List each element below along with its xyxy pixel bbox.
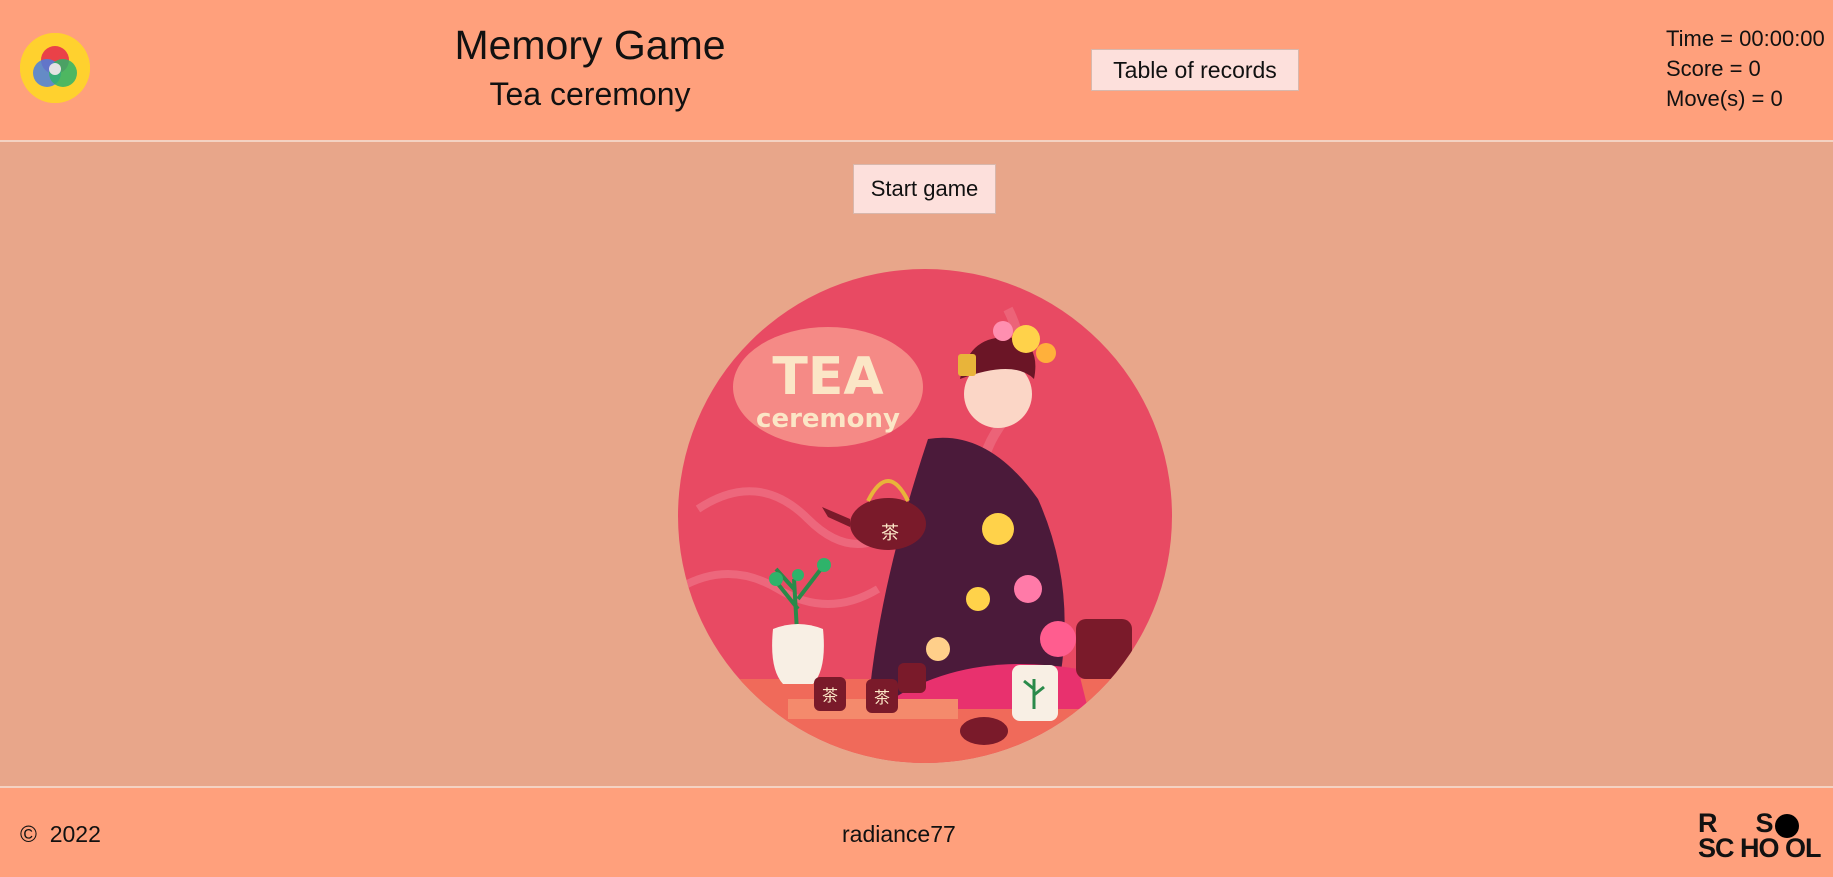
tea-ceremony-illustration: 茶 茶 茶 TEA ceremony	[678, 269, 1172, 763]
moves-readout: Move(s) = 0	[1666, 86, 1783, 111]
copyright-text: © 2022	[20, 821, 101, 847]
app-header: Memory Game Tea ceremony Table of record…	[0, 0, 1833, 142]
cup-kanji-2: 茶	[874, 688, 890, 707]
color-circles-logo-icon[interactable]	[20, 33, 90, 103]
game-stats: Time = 00:00:00 Score = 0 Move(s) = 0	[1666, 24, 1825, 114]
start-game-button[interactable]: Start game	[853, 164, 996, 214]
page-subtitle: Tea ceremony	[489, 76, 691, 112]
game-area: Start game 茶 茶 茶 TEA ceremony	[0, 142, 1833, 786]
author-link[interactable]: radiance77	[842, 821, 956, 848]
teapot-kanji: 茶	[881, 523, 899, 544]
page-title: Memory Game	[454, 22, 726, 68]
rs-logo-line2: SC HO OL	[1698, 833, 1822, 863]
time-readout: Time = 00:00:00	[1666, 26, 1825, 51]
rs-school-logo-icon[interactable]: R S SC HO OL	[1698, 810, 1828, 867]
table-of-records-button[interactable]: Table of records	[1091, 49, 1299, 91]
hero-title-line2: ceremony	[756, 404, 900, 434]
score-readout: Score = 0	[1666, 56, 1761, 81]
hero-title-line1: TEA	[772, 347, 883, 407]
cup-kanji-1: 茶	[822, 686, 838, 705]
title-block: Memory Game Tea ceremony	[390, 18, 790, 116]
app-footer: © 2022 radiance77 R S SC HO OL	[0, 786, 1833, 877]
